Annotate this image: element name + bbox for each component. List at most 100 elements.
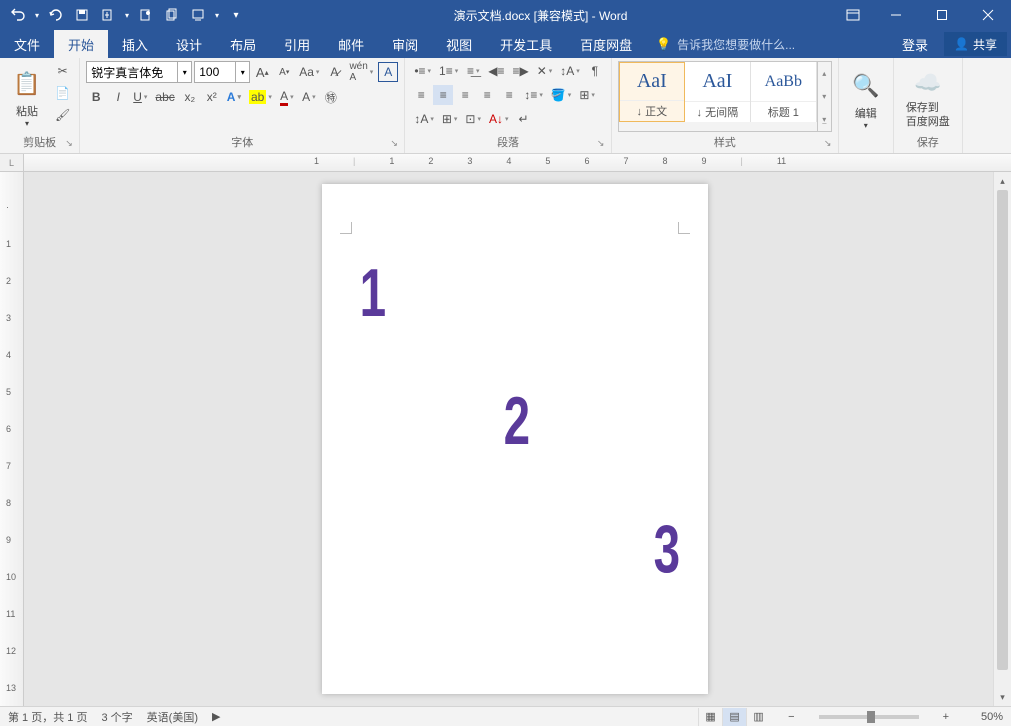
gallery-up[interactable]: ▴ [818,62,831,85]
tab-layout[interactable]: 布局 [216,30,270,58]
page-status[interactable]: 第 1 页，共 1 页 [8,709,87,725]
gallery-down[interactable]: ▾ [818,85,831,108]
line-spacing-button[interactable]: ↕≡ [521,85,546,105]
asian-layout-button[interactable]: ✕ [534,61,556,81]
vertical-scrollbar[interactable]: ▴ ▾ [993,172,1011,706]
align-center-button[interactable]: ≡ [433,85,453,105]
borders-button[interactable]: ⊞ [576,85,598,105]
document-text-2[interactable]: 2 [504,382,530,460]
font-color-button[interactable]: A [277,87,297,107]
tab-references[interactable]: 引用 [270,30,324,58]
tab-review[interactable]: 审阅 [378,30,432,58]
clear-formatting-button[interactable]: A̷ [324,62,344,82]
document-scroll-area[interactable]: 1 2 3 [24,172,993,706]
qat-btn-5[interactable] [134,3,158,27]
paragraph-marks-button[interactable]: ↵ [514,109,534,129]
page[interactable]: 1 2 3 [322,184,708,694]
zoom-slider[interactable] [819,715,919,719]
read-mode-button[interactable]: ▦ [698,708,722,726]
tab-home[interactable]: 开始 [54,30,108,58]
scroll-down-button[interactable]: ▾ [994,688,1011,706]
document-text-1[interactable]: 1 [360,254,386,332]
styles-dialog-launcher[interactable]: ↘ [824,138,836,150]
tab-view[interactable]: 视图 [432,30,486,58]
tab-developer[interactable]: 开发工具 [486,30,566,58]
highlight-button[interactable]: ab [246,87,275,107]
shrink-font-button[interactable]: A▾ [274,62,294,82]
strikethrough-button[interactable]: abc [152,87,177,107]
copy-button[interactable]: 📄 [52,83,73,103]
underline-button[interactable]: U [130,87,150,107]
tab-insert[interactable]: 插入 [108,30,162,58]
qat-btn-7[interactable] [186,3,210,27]
tab-file[interactable]: 文件 [0,30,54,58]
qat-customize[interactable]: ▾ [224,3,248,27]
login-button[interactable]: 登录 [888,30,942,58]
font-name-input[interactable]: 锐字真言体免 [86,61,178,83]
redo-button[interactable] [44,3,68,27]
minimize-button[interactable] [873,0,919,30]
maximize-button[interactable] [919,0,965,30]
tell-me-search[interactable]: 💡 告诉我您想要做什么... [646,30,888,58]
close-button[interactable] [965,0,1011,30]
paragraph-sort-button[interactable]: A↓ [486,109,512,129]
format-painter-button[interactable]: 🖌 [52,105,73,125]
shading-button[interactable]: 🪣 [548,85,574,105]
align-right-button[interactable]: ≡ [455,85,475,105]
style-normal[interactable]: AaI ↓ 正文 [619,62,685,122]
zoom-thumb[interactable] [867,711,875,723]
save-to-baidu-button[interactable]: ☁️ 保存到 百度网盘 [900,61,956,132]
find-button[interactable]: 🔍 编辑 ▾ [845,61,887,136]
zoom-in-button[interactable]: + [939,711,953,723]
subscript-button[interactable]: x₂ [180,87,200,107]
bold-button[interactable]: B [86,87,106,107]
gallery-expand[interactable]: ▾̲ [818,108,831,131]
qat-dropdown-7[interactable]: ▾ [212,3,222,27]
show-marks-button[interactable]: ¶ [585,61,605,81]
scroll-thumb[interactable] [997,190,1008,670]
qat-dropdown-4[interactable]: ▾ [122,3,132,27]
undo-button[interactable] [6,3,30,27]
print-layout-button[interactable]: ▤ [722,708,746,726]
macro-icon[interactable]: ▶ [212,710,220,723]
change-case-button[interactable]: Aa [296,62,322,82]
vertical-ruler[interactable]: ·12345678910111213 [0,172,24,706]
horizontal-ruler[interactable]: 1|123456789|11 [24,154,1011,172]
qat-btn-6[interactable] [160,3,184,27]
clipboard-dialog-launcher[interactable]: ↘ [65,138,77,150]
multilevel-button[interactable]: ≡͟ [463,61,483,81]
text-direction-button[interactable]: ↕A [411,109,437,129]
increase-indent-button[interactable]: ≡▶ [509,61,531,81]
text-effects-button[interactable]: A [224,87,244,107]
phonetic-guide-button[interactable]: wénA [346,62,376,82]
zoom-out-button[interactable]: − [784,711,798,723]
italic-button[interactable]: I [108,87,128,107]
numbering-button[interactable]: 1≡ [436,61,461,81]
word-count[interactable]: 3 个字 [101,709,132,725]
superscript-button[interactable]: x² [202,87,222,107]
tab-mailings[interactable]: 邮件 [324,30,378,58]
tab-design[interactable]: 设计 [162,30,216,58]
char-shading-button[interactable]: A [299,87,319,107]
snap-grid-button[interactable]: ⊞ [439,109,461,129]
share-button[interactable]: 👤 共享 [944,32,1007,56]
document-text-3[interactable]: 3 [654,510,680,588]
ribbon-display-options[interactable] [833,0,873,30]
ruler-corner[interactable]: L [0,154,24,172]
font-name-dropdown[interactable]: ▾ [178,61,192,83]
web-layout-button[interactable]: ▥ [746,708,770,726]
style-no-spacing[interactable]: AaI ↓ 无间隔 [685,62,751,122]
character-border-button[interactable]: A [378,62,398,82]
font-size-input[interactable]: 100 [194,61,236,83]
justify-button[interactable]: ≡ [477,85,497,105]
font-size-dropdown[interactable]: ▾ [236,61,250,83]
cut-button[interactable]: ✂ [52,61,73,81]
save-button[interactable] [70,3,94,27]
zoom-level[interactable]: 50% [967,711,1003,723]
bullets-button[interactable]: •≡ [411,61,434,81]
language-status[interactable]: 英语(美国) [147,709,198,725]
paragraph-dialog-launcher[interactable]: ↘ [597,138,609,150]
font-dialog-launcher[interactable]: ↘ [390,138,402,150]
paragraph-btn3[interactable]: ⊡ [462,109,484,129]
grow-font-button[interactable]: A▴ [252,62,272,82]
